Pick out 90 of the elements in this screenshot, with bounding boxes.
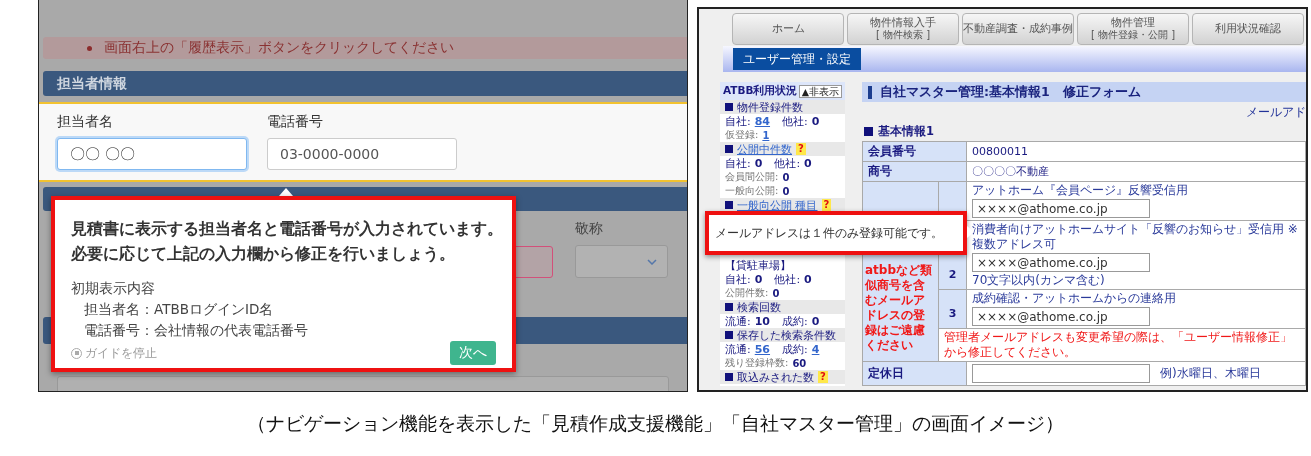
stat-label: 流通: — [725, 313, 751, 329]
table-cell: 00800011 — [966, 141, 1306, 162]
stat-value: 0 — [804, 156, 812, 170]
detail-text: 担当者名：ATBBログインID名 — [83, 300, 275, 319]
detail-text: 電話番号：会社情報の代表電話番号 — [83, 321, 309, 340]
field-caption: 成約確認・アットホームからの連絡用 — [972, 291, 1177, 306]
stat-label: 他社: — [774, 155, 801, 171]
stat-label: 自社: — [725, 271, 751, 287]
stat-value: 10 — [754, 314, 771, 328]
stat-link[interactable]: 1 — [762, 129, 770, 141]
caption-text: （ナビゲーション機能を表示した「見積作成支援機能」「自社マスター管理」の画面イメージ） — [247, 411, 1064, 436]
dropdown[interactable] — [575, 245, 668, 278]
stat-value: 0 — [754, 272, 763, 286]
field-caption: 消費者向けアットホームサイト「反響のお知らせ」受信用 ※複数アドレス可 — [972, 222, 1299, 252]
heading-text: 保存した検索条件数 — [737, 327, 836, 343]
nav-tab[interactable]: ユーザー管理・設定 — [733, 48, 861, 70]
stat-label: 残り登録枠数: — [725, 356, 789, 370]
square-icon — [725, 145, 733, 153]
field-hint: 例)水曜日、木曜日 — [1160, 366, 1261, 381]
stat-label: 一般向公開: — [725, 184, 779, 198]
field-hint: 70文字以内(カンマ含む) — [972, 273, 1106, 288]
square-icon — [725, 103, 733, 111]
stat-value: 0 — [782, 171, 790, 183]
guide-message: 必要に応じて上記の入力欄から修正を行いましょう。 — [71, 243, 456, 265]
email-input[interactable]: ××××@athome.co.jp — [972, 307, 1150, 326]
section-title: 基本情報1 — [878, 124, 934, 139]
warning-note: atbbなど類似商号を含むメールアドレスの登録はご遠慮ください — [865, 263, 933, 353]
help-badge[interactable]: ? — [821, 199, 832, 211]
nav-button[interactable]: 不動産調査・成約事例 — [962, 13, 1074, 45]
field-label: 担当者名 — [57, 112, 114, 130]
bullet-icon — [87, 45, 92, 51]
square-icon — [725, 331, 733, 339]
stat-label: 会員間公開: — [725, 170, 779, 184]
stat-label: 他社: — [782, 113, 808, 129]
stat-value: 0 — [811, 114, 820, 128]
link[interactable]: メールアド — [1246, 105, 1306, 120]
row-label: 商号 — [862, 161, 967, 182]
stat-value: 0 — [811, 314, 820, 328]
chevron-down-icon — [647, 258, 657, 265]
heading-link[interactable]: 公開中件数 — [737, 141, 792, 157]
row-label: 定休日 — [862, 361, 967, 386]
alert-message: 画面右上の「履歴表示」ボタンをクリックしてください — [104, 39, 454, 57]
page-title: 自社マスター管理:基本情報1 修正フォーム — [880, 83, 1141, 101]
stat-label: 成約: — [782, 313, 808, 329]
square-icon — [725, 201, 733, 209]
stat-label: 自社: — [725, 113, 751, 129]
heading-link[interactable]: 一般向公開 種目 — [737, 197, 818, 213]
stat-label: 自社: — [725, 155, 751, 171]
stat-value: 0 — [804, 272, 812, 286]
stat-link[interactable]: 56 — [754, 342, 771, 356]
section-title: 担当者情報 — [57, 74, 127, 93]
stat-label: 公開件数: — [725, 286, 769, 300]
stat-value: 0 — [754, 156, 763, 170]
guide-message: 見積書に表示する担当者名と電話番号が入力されています。 — [71, 218, 496, 240]
stat-value: 0 — [772, 287, 780, 299]
stat-value: 0 — [782, 185, 790, 197]
square-icon — [725, 303, 733, 311]
stat-label: 仮登録: — [725, 128, 759, 142]
square-icon — [725, 373, 733, 381]
stat-label: 成約: — [782, 341, 808, 357]
sidebar-title: ATBB利用状況 — [723, 84, 798, 98]
nav-button[interactable]: 利用状況確認 — [1192, 13, 1304, 45]
stat-label: 他社: — [774, 271, 801, 287]
input-field[interactable]: 03-0000-0000 — [267, 138, 457, 170]
input-field[interactable] — [972, 364, 1150, 383]
title-marker-icon — [868, 85, 872, 99]
heading-text: 物件登録件数 — [737, 99, 803, 115]
group-label: 【貸駐車場】 — [725, 257, 791, 273]
field-label: 電話番号 — [267, 112, 324, 130]
stat-link[interactable]: 4 — [811, 342, 820, 356]
stat-value: 60 — [792, 357, 807, 369]
hide-button[interactable]: ▲非表示 — [798, 84, 842, 98]
stat-label: 流通: — [725, 341, 751, 357]
email-input[interactable]: ××××@athome.co.jp — [972, 253, 1150, 272]
help-badge[interactable]: ? — [796, 143, 806, 155]
email-input[interactable]: ××××@athome.co.jp — [972, 199, 1150, 218]
nav-button[interactable]: 物件管理 [ 物件登録・公開 ] — [1077, 13, 1189, 45]
help-badge[interactable]: ? — [818, 371, 828, 383]
square-icon — [864, 127, 873, 136]
row-label: 会員番号 — [862, 141, 967, 162]
warning-note: 管理者メールアドレスも変更希望の際は、「ユーザー情報修正」から修正してください。 — [938, 328, 1306, 362]
heading-text: 検索回数 — [737, 299, 781, 315]
heading-text: 取込みされた数 — [737, 369, 814, 385]
field-label: 敬称 — [575, 219, 604, 237]
stat-link[interactable]: 84 — [754, 114, 771, 128]
input-field[interactable]: 〇〇 〇〇 — [57, 138, 247, 170]
field-caption: アットホーム『会員ページ』反響受信用 — [972, 183, 1189, 198]
detail-heading: 初期表示内容 — [71, 279, 156, 298]
nav-button[interactable]: ホーム — [732, 13, 844, 45]
nav-button[interactable]: 物件情報入手 [ 物件検索 ] — [847, 13, 959, 45]
